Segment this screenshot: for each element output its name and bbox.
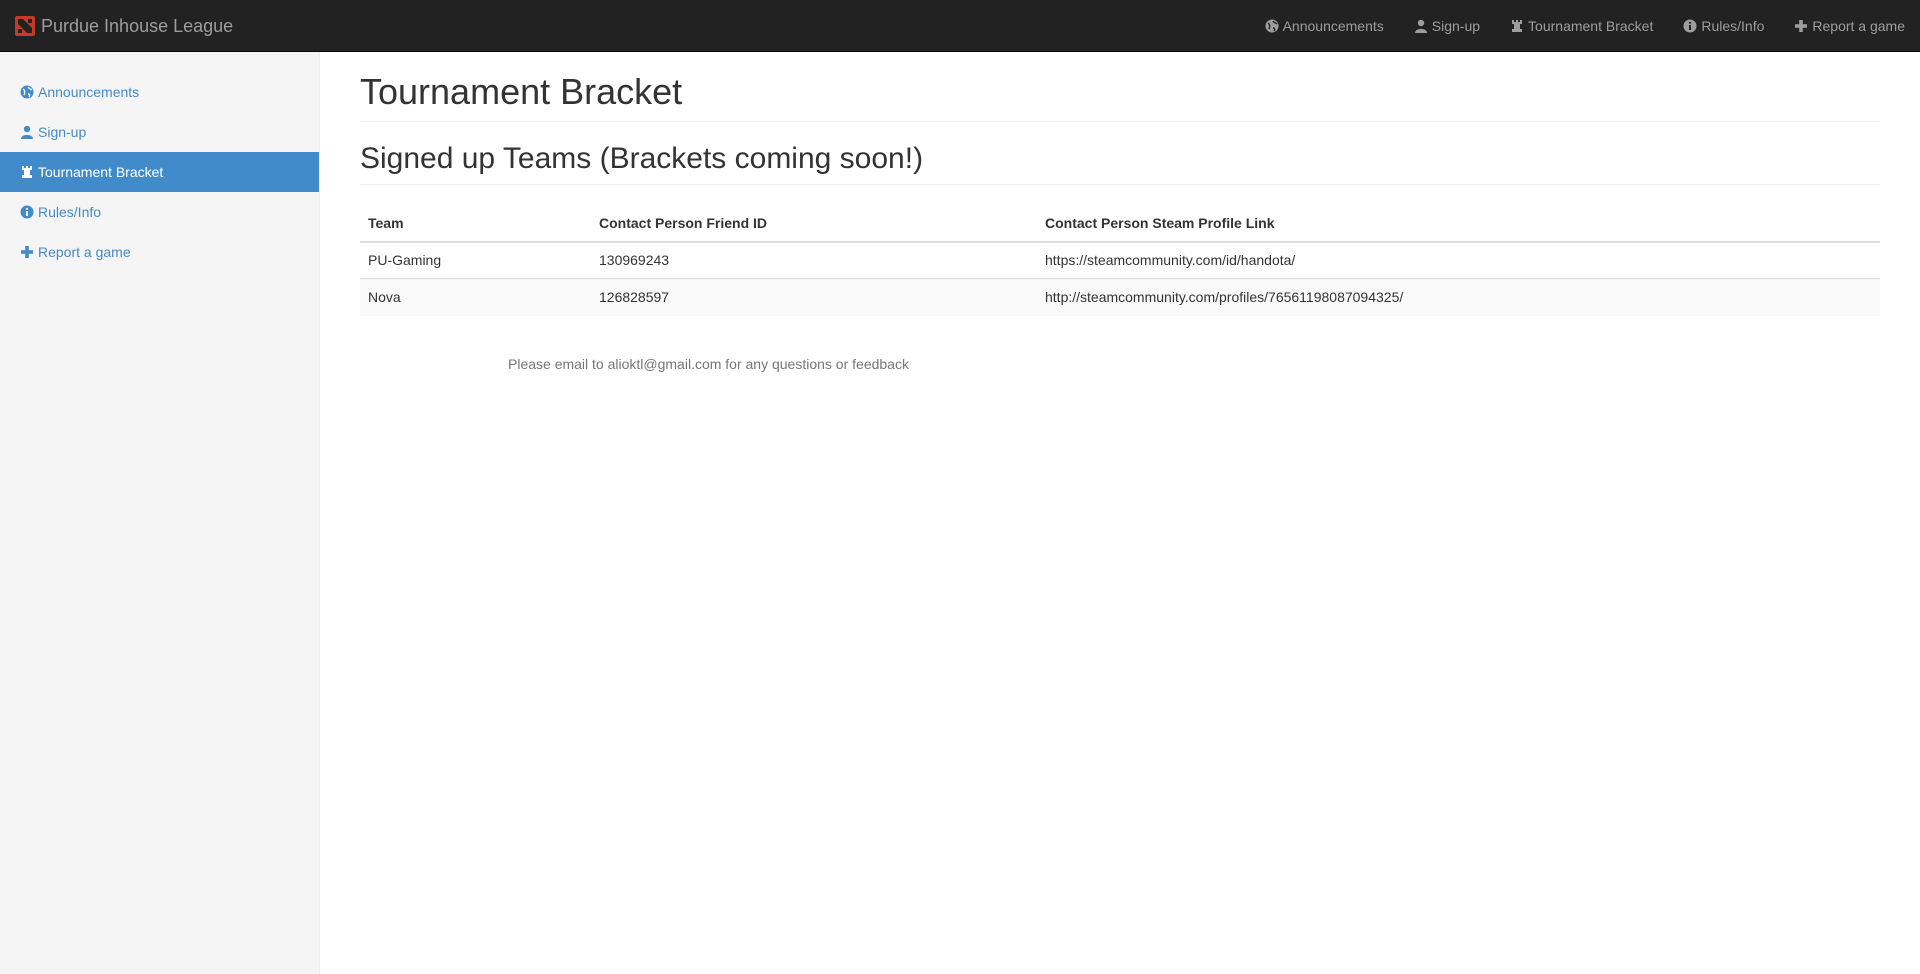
info-icon: [1683, 19, 1697, 33]
footer-contact-note: Please email to alioktl@gmail.com for an…: [508, 355, 909, 372]
column-header-friend-id: Contact Person Friend ID: [591, 204, 1037, 243]
sidebar-item-label: Rules/Info: [38, 204, 102, 220]
table-row: Nova 126828597 http://steamcommunity.com…: [360, 278, 1880, 316]
table-header-row: Team Contact Person Friend ID Contact Pe…: [360, 204, 1880, 243]
teams-table: Team Contact Person Friend ID Contact Pe…: [360, 204, 1880, 316]
plus-icon: [21, 246, 33, 258]
sidebar-item-label: Sign-up: [38, 124, 87, 140]
nav-rules-info-label: Rules/Info: [1701, 18, 1765, 34]
sidebar-item-label: Tournament Bracket: [38, 164, 164, 180]
page-title: Tournament Bracket: [360, 72, 1880, 122]
table-row: PU-Gaming 130969243 https://steamcommuni…: [360, 241, 1880, 279]
team-name-cell: PU-Gaming: [360, 241, 591, 279]
nav-announcements[interactable]: Announcements: [1265, 18, 1384, 34]
globe-icon: [1265, 19, 1279, 33]
sidebar-item-announcements[interactable]: Announcements: [0, 72, 319, 112]
nav-announcements-label: Announcements: [1282, 18, 1384, 34]
nav-sign-up[interactable]: Sign-up: [1414, 18, 1480, 34]
info-icon: [20, 205, 34, 219]
tower-icon: [1512, 20, 1523, 32]
nav-tournament-bracket-label: Tournament Bracket: [1528, 18, 1654, 34]
nav-tournament-bracket[interactable]: Tournament Bracket: [1510, 18, 1653, 34]
user-icon: [21, 125, 33, 139]
brand-name: Purdue Inhouse League: [41, 15, 234, 36]
tower-icon: [22, 166, 32, 178]
top-nav-links: Announcements Sign-up Tournament Bracket…: [1265, 0, 1905, 52]
sidebar: Announcements Sign-up Tournament Bracket…: [0, 52, 320, 974]
sidebar-item-report-game[interactable]: Report a game: [0, 232, 319, 272]
main-content: Tournament Bracket Signed up Teams (Brac…: [360, 52, 1880, 372]
globe-icon: [20, 85, 34, 99]
column-header-steam-link: Contact Person Steam Profile Link: [1037, 204, 1880, 243]
nav-rules-info[interactable]: Rules/Info: [1683, 18, 1764, 34]
top-navbar: Purdue Inhouse League Announcements Sign…: [0, 0, 1920, 52]
sidebar-item-label: Report a game: [38, 244, 131, 260]
user-icon: [1414, 19, 1427, 33]
steam-link-cell: https://steamcommunity.com/id/handota/: [1037, 241, 1880, 279]
plus-icon: [1795, 20, 1808, 32]
column-header-team: Team: [360, 204, 591, 243]
sidebar-item-rules-info[interactable]: Rules/Info: [0, 192, 319, 232]
section-title: Signed up Teams (Brackets coming soon!): [360, 142, 1880, 185]
steam-link-cell: http://steamcommunity.com/profiles/76561…: [1037, 278, 1880, 316]
nav-report-game[interactable]: Report a game: [1794, 18, 1905, 34]
sidebar-item-sign-up[interactable]: Sign-up: [0, 112, 319, 152]
nav-sign-up-label: Sign-up: [1431, 18, 1481, 34]
nav-report-game-label: Report a game: [1812, 18, 1905, 34]
friend-id-cell: 130969243: [591, 241, 1037, 279]
dota-logo-icon: [15, 16, 35, 36]
sidebar-item-tournament-bracket[interactable]: Tournament Bracket: [0, 152, 319, 192]
team-name-cell: Nova: [360, 278, 591, 316]
brand-link[interactable]: Purdue Inhouse League: [15, 0, 233, 52]
sidebar-item-label: Announcements: [38, 84, 140, 100]
friend-id-cell: 126828597: [591, 278, 1037, 316]
